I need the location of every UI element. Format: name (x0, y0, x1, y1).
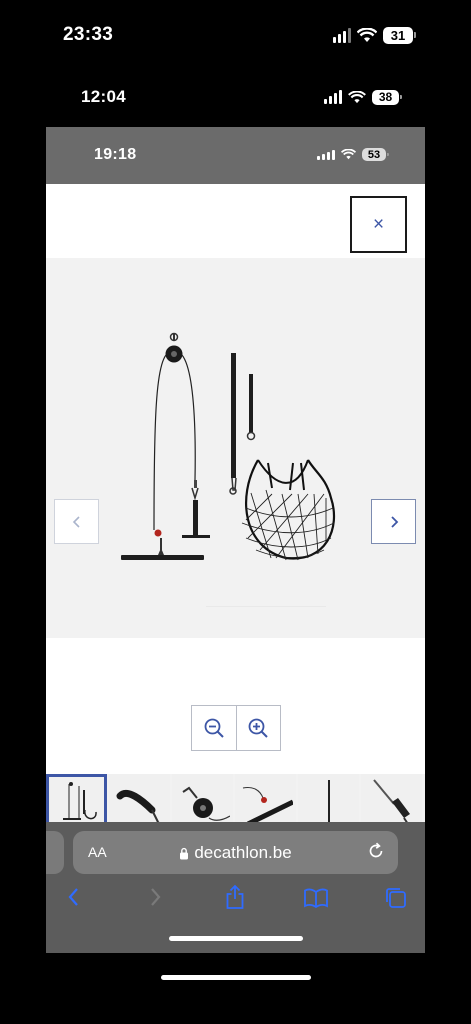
zoom-out-button[interactable] (192, 706, 236, 750)
forward-icon[interactable] (147, 886, 163, 908)
close-icon: × (372, 214, 385, 235)
wifi-icon (357, 27, 377, 42)
status-bar-inner: 19:18 53 (46, 127, 425, 184)
bookmarks-icon[interactable] (303, 888, 329, 908)
zoom-in-button[interactable] (235, 706, 281, 750)
close-button[interactable]: × (350, 196, 407, 253)
back-icon[interactable] (66, 886, 82, 908)
thumbnail-image (326, 780, 332, 826)
thumbnail-image (63, 782, 97, 820)
thumbnail-image (373, 779, 410, 825)
status-time: 23:33 (63, 24, 114, 45)
chevron-right-icon (390, 515, 398, 528)
reload-icon[interactable] (366, 841, 386, 861)
url-display[interactable]: decathlon.be (73, 843, 398, 863)
zoom-out-icon (204, 718, 224, 738)
chevron-left-icon (72, 515, 80, 528)
cellular-signal-icon (317, 149, 335, 160)
cellular-signal-icon (333, 27, 351, 43)
home-indicator (161, 975, 311, 980)
cellular-signal-icon (324, 90, 342, 104)
thumbnail-image (182, 786, 230, 821)
adjacent-tab-preview[interactable] (46, 831, 64, 874)
share-icon[interactable] (224, 884, 246, 910)
thumbnail-image (116, 789, 161, 826)
domain-text: decathlon.be (194, 843, 292, 862)
battery-indicator: 38 (372, 89, 402, 105)
battery-indicator: 31 (383, 26, 416, 44)
battery-indicator: 53 (362, 148, 389, 161)
wifi-icon (341, 149, 356, 160)
zoom-controls (191, 705, 281, 751)
status-time: 19:18 (94, 146, 137, 163)
product-image (121, 332, 336, 607)
browser-toolbar: AA decathlon.be (46, 822, 425, 953)
zoom-in-icon (248, 718, 268, 738)
address-bar[interactable]: AA decathlon.be (73, 831, 398, 874)
tabs-icon[interactable] (384, 886, 408, 910)
previous-image-button[interactable] (54, 499, 99, 544)
lock-icon (180, 847, 189, 860)
status-bar-middle: 12:04 38 (0, 86, 471, 108)
viewer-header: × (46, 184, 425, 258)
status-bar-outer: 23:33 31 (0, 22, 471, 48)
product-image-viewer[interactable] (46, 258, 425, 638)
wifi-icon (348, 90, 366, 103)
thumbnail-image (242, 787, 293, 826)
next-image-button[interactable] (371, 499, 416, 544)
home-indicator-inner (169, 936, 303, 941)
inner-screen: 19:18 53 × AA decathlon.be (46, 127, 425, 953)
status-time: 12:04 (81, 87, 126, 106)
